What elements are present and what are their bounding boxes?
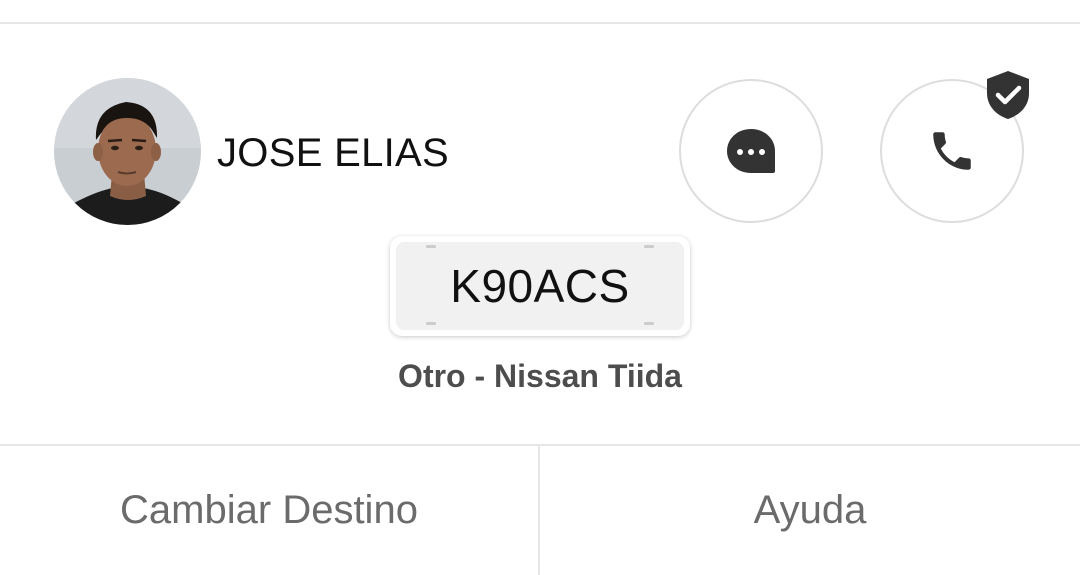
chat-button[interactable] bbox=[679, 79, 823, 223]
driver-info-panel: JOSE ELIAS K90ACS Otro - Nissan Tiida Ca… bbox=[0, 0, 1080, 575]
plate-number: K90ACS bbox=[450, 260, 630, 312]
plate-bolt bbox=[426, 245, 436, 248]
shield-check-icon bbox=[987, 71, 1029, 119]
chat-bubble-icon bbox=[727, 129, 775, 173]
plate-bolt bbox=[426, 322, 436, 325]
help-button[interactable]: Ayuda bbox=[540, 446, 1080, 575]
phone-icon bbox=[933, 132, 971, 170]
license-plate: K90ACS bbox=[390, 236, 690, 336]
avatar-image bbox=[54, 78, 201, 225]
change-destination-button[interactable]: Cambiar Destino bbox=[0, 446, 538, 575]
plate-bolt bbox=[644, 245, 654, 248]
vehicle-description: Otro - Nissan Tiida bbox=[398, 358, 682, 394]
driver-name: JOSE ELIAS bbox=[217, 131, 449, 175]
top-divider bbox=[0, 22, 1080, 24]
driver-avatar[interactable] bbox=[54, 78, 201, 225]
plate-bolt bbox=[644, 322, 654, 325]
license-plate-inner: K90ACS bbox=[396, 242, 684, 330]
